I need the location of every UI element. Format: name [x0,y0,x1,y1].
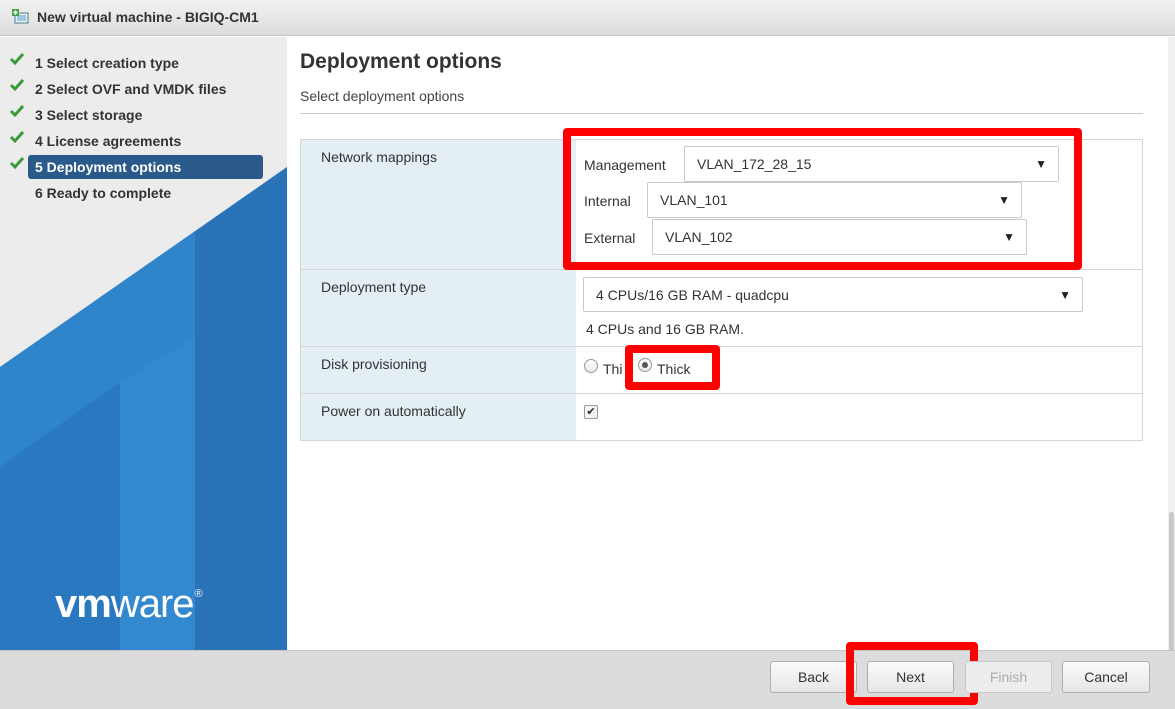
step-select-ovf-vmdk[interactable]: 2 Select OVF and VMDK files [0,77,287,103]
main-panel: Deployment options Select deployment opt… [287,37,1175,650]
disk-provisioning-label: Disk provisioning [301,347,576,393]
step-label: 2 Select OVF and VMDK files [35,81,227,97]
step-ready-to-complete[interactable]: 6 Ready to complete [0,181,287,207]
select-value: 4 CPUs/16 GB RAM - quadcpu [596,287,789,303]
deployment-type-values: 4 CPUs/16 GB RAM - quadcpu ▼ 4 CPUs and … [576,270,1142,346]
power-on-values: ✔ [576,394,1142,440]
step-label: 3 Select storage [35,107,143,123]
step-label: 4 License agreements [35,133,182,149]
page-title: Deployment options [300,50,502,73]
wizard-footer: Back Next Finish Cancel [0,642,1175,709]
step-select-creation-type[interactable]: 1 Select creation type [0,51,287,77]
deployment-type-description: 4 CPUs and 16 GB RAM. [586,321,744,337]
deployment-type-label: Deployment type [301,270,576,346]
new-vm-icon [12,9,29,24]
step-label: 6 Ready to complete [35,185,172,201]
deployment-options-form: Network mappings Management VLAN_172_28_… [300,128,1143,441]
cancel-button[interactable]: Cancel [1062,661,1150,693]
network-mappings-values: Management VLAN_172_28_15 ▼ Internal VLA… [563,128,1142,270]
checkmark-icon [9,79,25,92]
vmware-logo: vmware® [55,582,203,627]
highlight-box [563,128,1082,270]
power-on-row: Power on automatically ✔ [301,394,1142,440]
step-label-active: 5 Deployment options [28,155,263,179]
power-on-checkbox[interactable]: ✔ [584,405,598,419]
step-deployment-options[interactable]: 5 Deployment options [0,155,287,181]
logo-mark: ® [194,588,203,600]
wizard-sidebar: 1 Select creation type 2 Select OVF and … [0,37,287,650]
disk-provisioning-values: Thi Thick [576,345,1142,393]
step-license-agreements[interactable]: 4 License agreements [0,129,287,155]
window-titlebar: New virtual machine - BIGIQ-CM1 [0,0,1175,36]
divider [300,113,1143,114]
deployment-type-row: Deployment type 4 CPUs/16 GB RAM - quadc… [301,270,1142,347]
step-label: 1 Select creation type [35,55,179,71]
page-subtitle: Select deployment options [300,88,465,104]
wizard-steps: 1 Select creation type 2 Select OVF and … [0,51,287,207]
thin-label: Thi [603,361,623,377]
logo-vm: vm [55,582,112,626]
network-mappings-row: Network mappings Management VLAN_172_28_… [301,128,1142,270]
window-title: New virtual machine - BIGIQ-CM1 [37,9,259,25]
checkmark-icon [9,131,25,144]
back-button[interactable]: Back [770,661,857,693]
network-mappings-label: Network mappings [301,140,576,269]
thick-radio[interactable] [638,358,652,372]
checkmark-icon [9,53,25,66]
scrollbar[interactable] [1168,37,1175,709]
checkmark-icon [9,157,25,170]
step-select-storage[interactable]: 3 Select storage [0,103,287,129]
thick-label: Thick [657,361,691,377]
logo-ware: ware [110,582,195,626]
thin-radio[interactable] [584,359,598,373]
finish-button[interactable]: Finish [965,661,1052,693]
next-highlight-box [846,642,978,705]
disk-provisioning-row: Disk provisioning Thi Thick [301,345,1142,394]
checkmark-icon [9,105,25,118]
deployment-type-select[interactable]: 4 CPUs/16 GB RAM - quadcpu ▼ [583,277,1083,312]
dropdown-arrow-icon: ▼ [1059,288,1071,302]
power-on-label: Power on automatically [301,394,576,440]
